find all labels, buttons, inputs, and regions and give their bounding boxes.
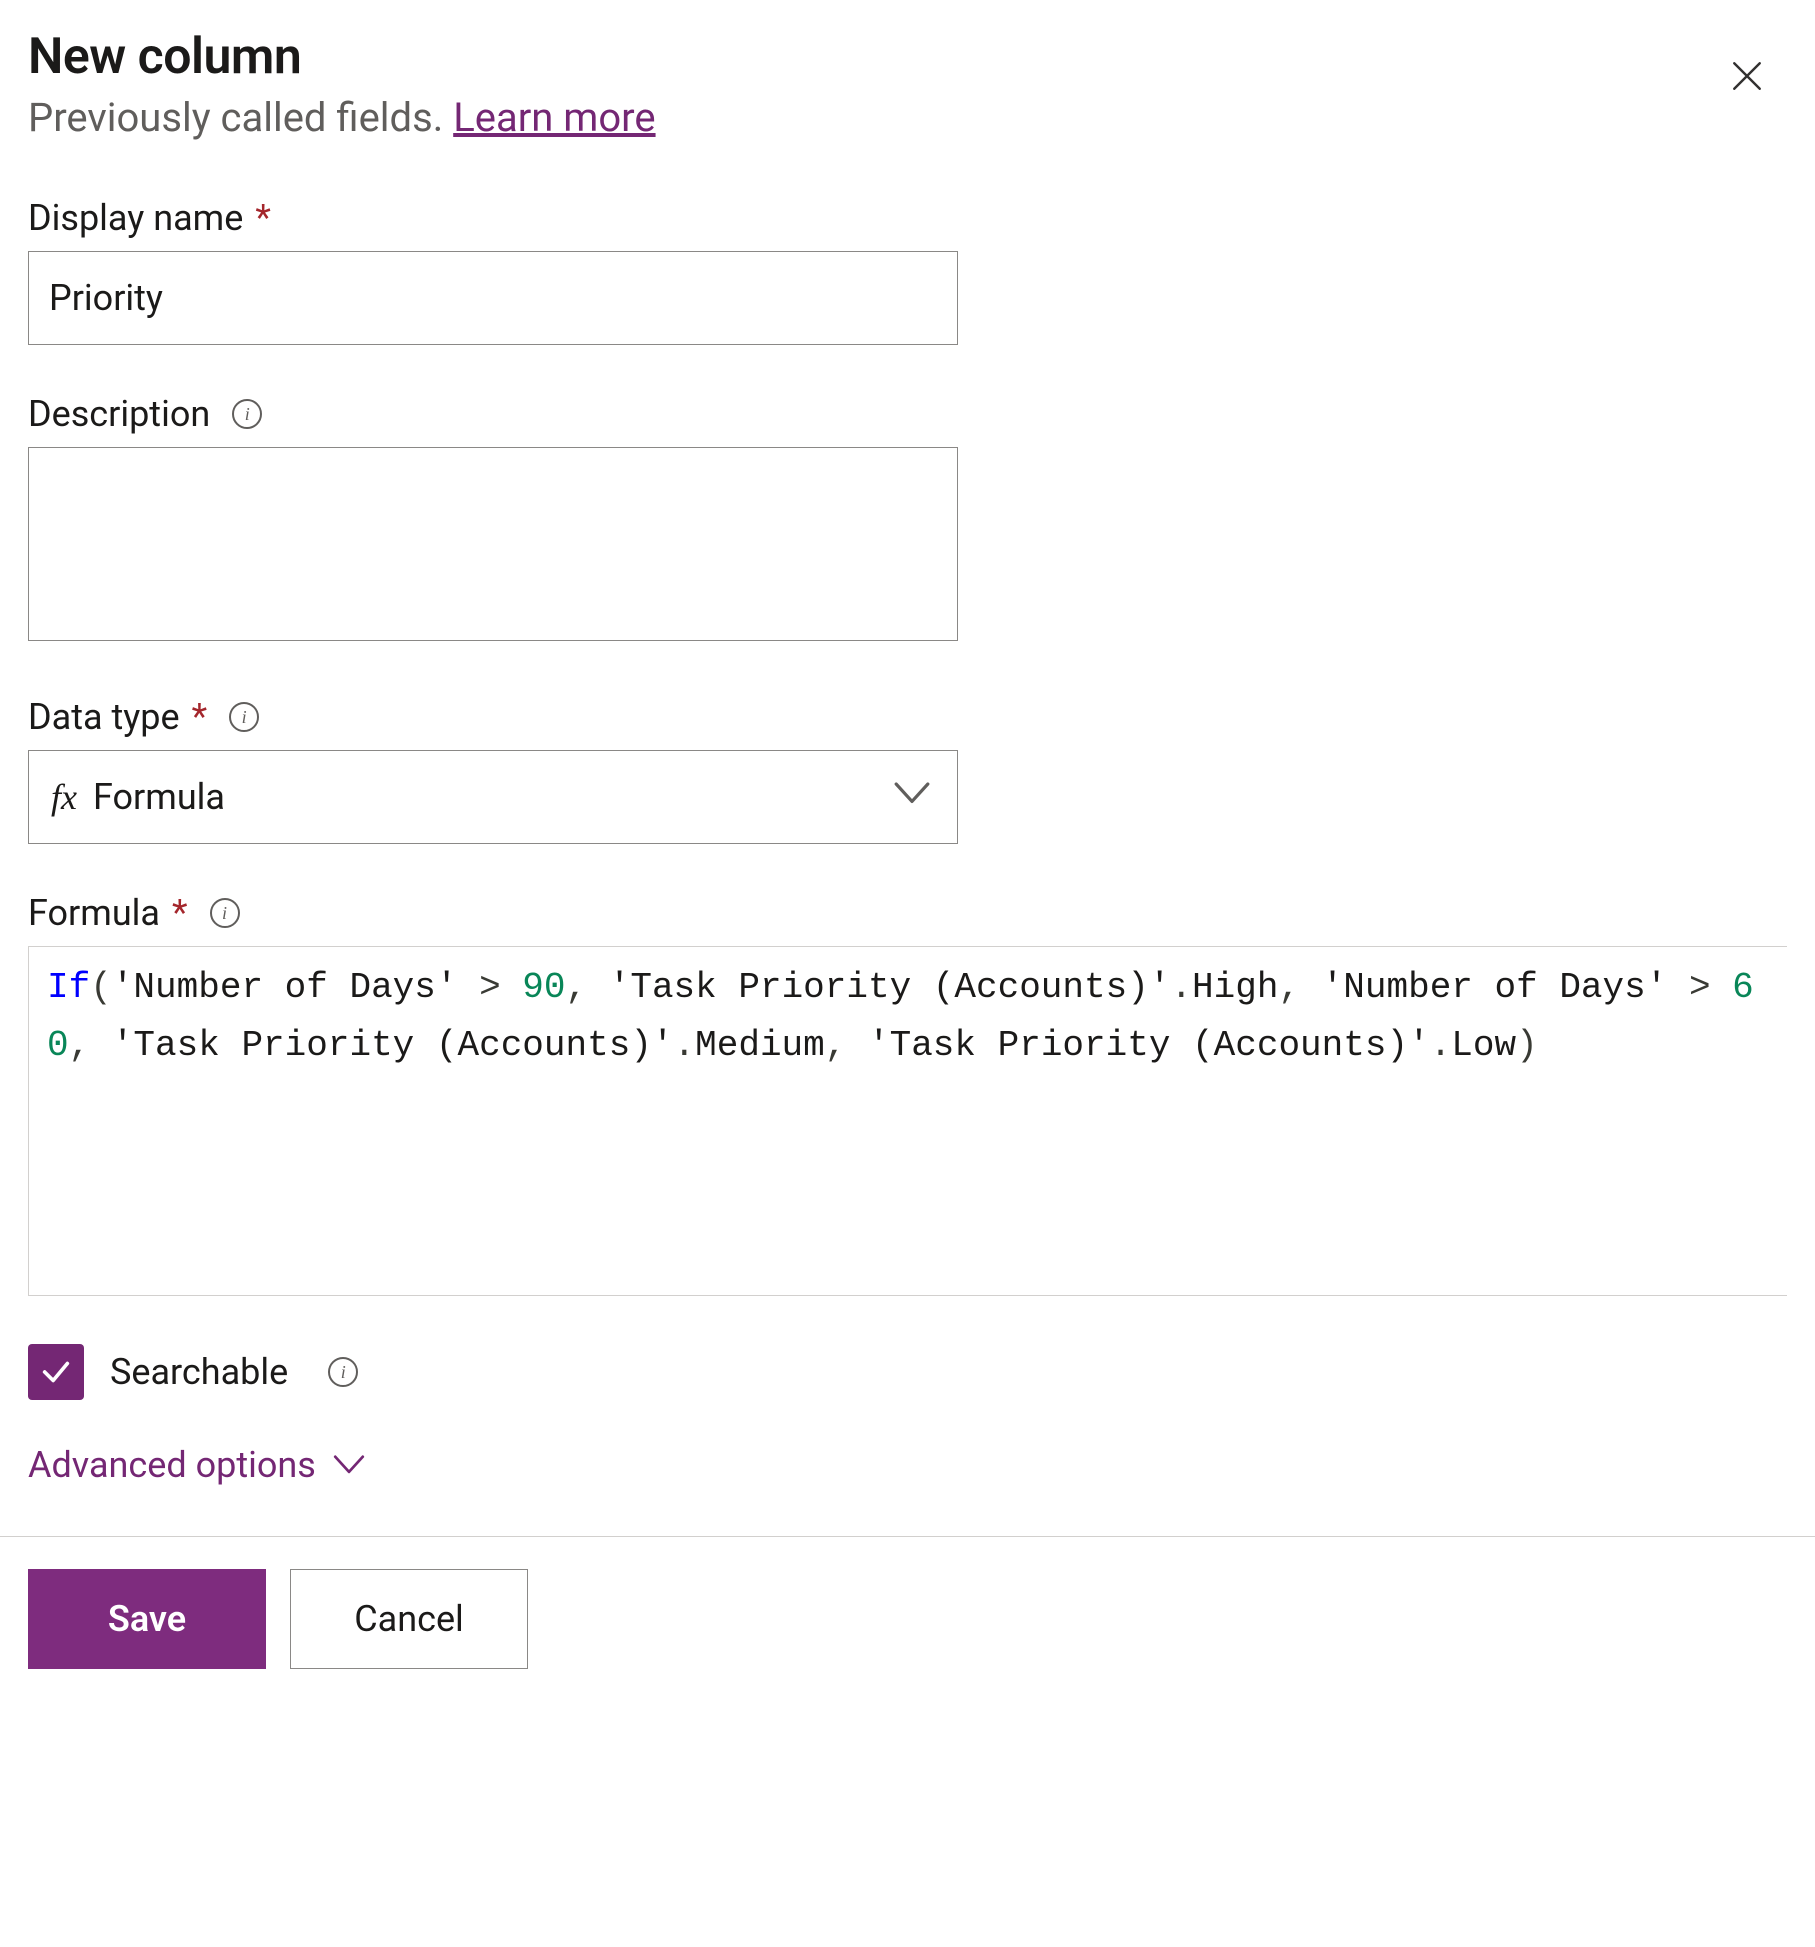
chevron-down-icon — [893, 781, 931, 814]
formula-editor[interactable]: If('Number of Days' > 90, 'Task Priority… — [28, 946, 1787, 1296]
info-icon[interactable]: i — [232, 399, 262, 429]
description-input[interactable] — [28, 447, 958, 641]
display-name-input[interactable] — [28, 251, 958, 345]
searchable-label: Searchable — [110, 1351, 288, 1393]
info-icon[interactable]: i — [210, 898, 240, 928]
description-label-row: Description i — [28, 393, 1787, 435]
fx-icon: fx — [51, 776, 77, 818]
description-label: Description — [28, 393, 210, 435]
save-button[interactable]: Save — [28, 1569, 266, 1669]
formula-field: Formula * i If('Number of Days' > 90, 'T… — [28, 892, 1787, 1296]
data-type-label: Data type — [28, 696, 180, 738]
data-type-label-row: Data type * i — [28, 696, 1787, 738]
required-marker: * — [172, 892, 188, 934]
info-icon[interactable]: i — [229, 702, 259, 732]
data-type-select[interactable]: fx Formula — [28, 750, 958, 844]
display-name-label-row: Display name * — [28, 197, 1787, 239]
formula-label: Formula — [28, 892, 160, 934]
display-name-label: Display name — [28, 197, 243, 239]
info-icon[interactable]: i — [328, 1357, 358, 1387]
close-icon — [1730, 59, 1764, 93]
formula-label-row: Formula * i — [28, 892, 1787, 934]
data-type-field: Data type * i fx Formula — [28, 696, 1787, 844]
advanced-options-toggle[interactable]: Advanced options — [28, 1444, 366, 1486]
advanced-options-label: Advanced options — [28, 1444, 316, 1486]
panel-subtitle: Previously called fields. Learn more — [28, 94, 1787, 141]
close-button[interactable] — [1719, 48, 1775, 104]
data-type-value: Formula — [93, 776, 225, 818]
searchable-checkbox[interactable] — [28, 1344, 84, 1400]
display-name-field: Display name * — [28, 197, 1787, 345]
required-marker: * — [192, 696, 208, 738]
chevron-down-icon — [332, 1454, 366, 1476]
new-column-panel: New column Previously called fields. Lea… — [0, 0, 1815, 1526]
check-icon — [39, 1355, 73, 1389]
learn-more-link[interactable]: Learn more — [453, 94, 655, 141]
searchable-row: Searchable i — [28, 1344, 1787, 1400]
subtitle-text: Previously called fields. — [28, 94, 453, 141]
cancel-button[interactable]: Cancel — [290, 1569, 528, 1669]
panel-title: New column — [28, 28, 1787, 86]
description-field: Description i — [28, 393, 1787, 648]
required-marker: * — [255, 197, 271, 239]
panel-footer: Save Cancel — [0, 1536, 1815, 1729]
